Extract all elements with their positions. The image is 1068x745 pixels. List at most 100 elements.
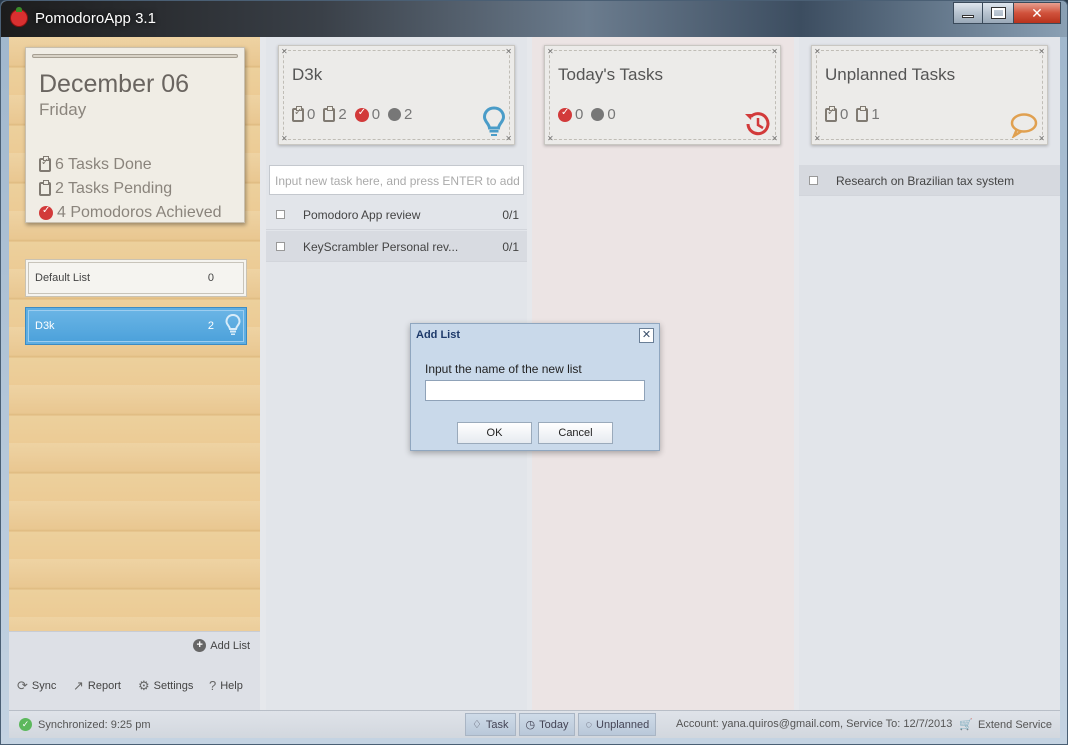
column-title: Unplanned Tasks (825, 65, 956, 84)
tab-task[interactable]: ♢ Task (465, 713, 516, 736)
clipboard-check-icon (292, 105, 304, 122)
help-icon: ? (209, 678, 217, 693)
column-stats: 0 1 (825, 105, 880, 123)
sync-label: Sync (31, 680, 57, 692)
title-bar[interactable]: PomodoroApp 3.1 ✕ (1, 1, 1067, 37)
maximize-button[interactable] (983, 2, 1013, 24)
list-name: Default List (35, 272, 91, 284)
done-stat: 0 (292, 105, 316, 123)
pending-count: 2 (338, 106, 347, 123)
ok-button[interactable]: OK (457, 422, 532, 444)
pin-icon: ✕ (281, 47, 288, 56)
list-name-input[interactable] (425, 380, 645, 401)
pending-stat: 1 (856, 105, 880, 123)
list-item-d3k[interactable]: D3k 2 (25, 307, 247, 345)
tasks-done-stat: 6 Tasks Done (39, 156, 152, 174)
column-unplanned: ✕ ✕ ✕ ✕ Unplanned Tasks 0 1 Research on … (799, 37, 1060, 710)
window-title: PomodoroApp 3.1 (35, 10, 156, 27)
tomato-check-icon (354, 107, 369, 122)
close-button[interactable]: ✕ (1013, 2, 1061, 24)
list-count: 2 (207, 320, 214, 332)
add-list-bar: + Add List (9, 631, 260, 661)
column-header-card: ✕ ✕ ✕ ✕ Unplanned Tasks 0 1 (811, 45, 1048, 145)
task-row[interactable]: KeyScrambler Personal rev... 0/1 (266, 231, 527, 262)
done-stat: 0 (825, 105, 848, 123)
sync-button[interactable]: ⟳ Sync (17, 678, 56, 694)
minimize-button[interactable] (953, 2, 983, 24)
clipboard-icon (323, 105, 336, 122)
lightbulb-icon: ♢ (472, 719, 482, 731)
date-card: December 06 Friday 6 Tasks Done 2 Tasks … (25, 47, 245, 223)
add-list-button[interactable]: + Add List (193, 639, 250, 652)
close-icon: ✕ (1031, 4, 1043, 21)
tomato-check-icon (558, 107, 572, 122)
window-controls: ✕ (953, 2, 1061, 24)
dialog-close-button[interactable]: ✕ (639, 328, 654, 343)
clipboard-icon (856, 105, 869, 122)
column-title: D3k (292, 65, 323, 84)
pomodoro-count: 0 (575, 106, 584, 123)
add-list-label: Add List (210, 639, 250, 652)
clipboard-check-icon (825, 105, 837, 122)
new-task-input[interactable]: Input new task here, and press ENTER to … (269, 165, 524, 195)
task-checkbox[interactable] (276, 210, 285, 219)
pomodoro-stat: 0 (354, 106, 380, 123)
account-info: Account: yana.quiros@gmail.com, Service … (676, 718, 953, 730)
sync-status-text: Synchronized: 9:25 pm (38, 718, 151, 731)
pomodoro-stat: 0 (558, 106, 583, 123)
task-checkbox[interactable] (276, 242, 285, 251)
pomodoros-stat: 4 Pomodoros Achieved (39, 204, 222, 222)
app-window: PomodoroApp 3.1 ✕ December 06 Friday 6 T… (0, 0, 1068, 745)
task-checkbox[interactable] (809, 176, 818, 185)
cart-icon: 🛒 (959, 719, 974, 731)
close-icon: ✕ (641, 329, 652, 341)
status-bar: ✓ Synchronized: 9:25 pm ♢ Task ◷ Today ◌… (9, 710, 1060, 738)
task-row[interactable]: Pomodoro App review 0/1 (266, 199, 527, 230)
tab-label: Today (539, 718, 569, 731)
clock-history-icon (745, 112, 770, 136)
column-header-card: ✕ ✕ ✕ ✕ D3k 0 2 0 2 (278, 45, 515, 145)
chart-line-icon: ↗ (73, 678, 84, 693)
report-button[interactable]: ↗ Report (73, 678, 121, 694)
column-header-card: ✕ ✕ ✕ ✕ Today's Tasks 0 0 (544, 45, 781, 145)
list-name: D3k (35, 320, 55, 332)
pending-stat: 2 (323, 105, 347, 123)
task-row[interactable]: Research on Brazilian tax system (799, 165, 1060, 196)
column-title: Today's Tasks (558, 65, 663, 84)
tab-unplanned[interactable]: ◌ Unplanned (578, 713, 657, 736)
card-rod (32, 54, 238, 58)
speech-bubble-icon (1010, 113, 1038, 138)
dialog-label: Input the name of the new list (425, 362, 582, 376)
sync-icon: ⟳ (17, 678, 28, 693)
pin-icon: ✕ (547, 134, 554, 143)
cancel-button[interactable]: Cancel (538, 422, 613, 444)
settings-button[interactable]: ⚙ Settings (138, 678, 193, 694)
pomodoros-text: 4 Pomodoros Achieved (57, 204, 222, 221)
tab-today[interactable]: ◷ Today (518, 713, 576, 736)
view-tabs: ♢ Task ◷ Today ◌ Unplanned (465, 713, 657, 736)
extend-service-button[interactable]: 🛒 Extend Service (959, 718, 1052, 732)
interrupt-count: 2 (404, 106, 413, 123)
date-label: December 06 (39, 70, 190, 98)
column-stats: 0 2 0 2 (292, 105, 413, 123)
task-name: KeyScrambler Personal rev... (303, 240, 459, 254)
help-button[interactable]: ? Help (209, 678, 243, 693)
clock-icon: ◷ (525, 719, 536, 731)
tasks-pending-text: 2 Tasks Pending (55, 180, 173, 197)
done-count: 0 (307, 106, 316, 123)
pin-icon: ✕ (771, 134, 778, 143)
help-label: Help (220, 679, 243, 692)
settings-label: Settings (153, 680, 194, 692)
add-list-dialog: Add List ✕ Input the name of the new lis… (410, 323, 660, 451)
tab-label: Unplanned (596, 718, 650, 731)
list-item-default[interactable]: Default List 0 (25, 259, 247, 297)
interrupt-count: 0 (607, 106, 616, 123)
clipboard-icon (39, 180, 51, 196)
list-count: 0 (207, 272, 214, 284)
tomato-app-icon (10, 7, 28, 27)
maximize-icon (990, 7, 1006, 19)
report-label: Report (87, 680, 121, 692)
plus-circle-icon: + (193, 639, 207, 652)
pin-icon: ✕ (547, 47, 554, 56)
column-stats: 0 0 (558, 106, 616, 123)
